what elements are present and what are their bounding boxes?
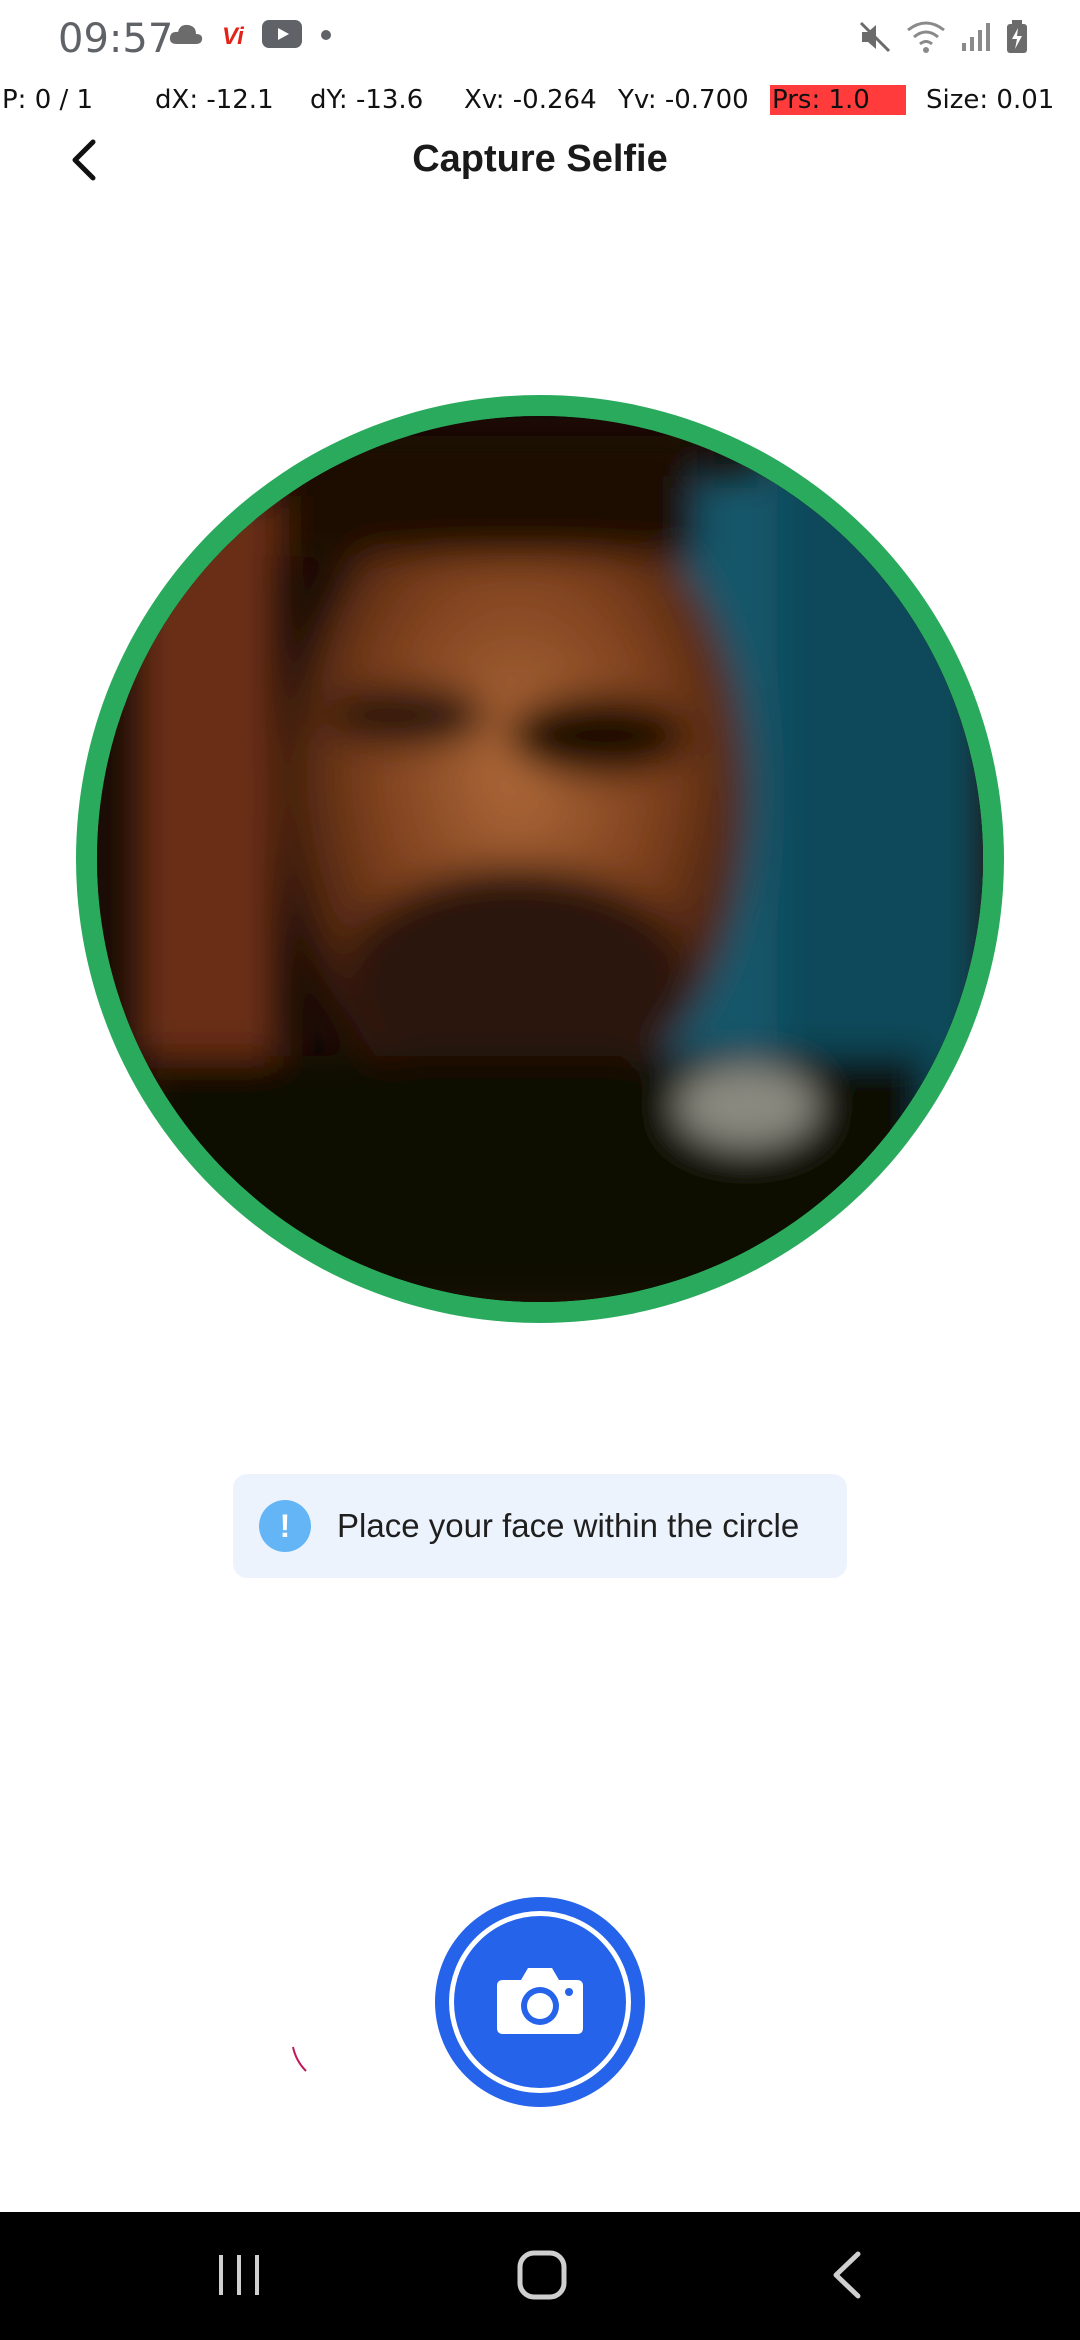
face-hint-banner: ! Place your face within the circle — [233, 1474, 847, 1578]
debug-size: Size: 0.01 — [926, 85, 1055, 115]
camera-frame-ring — [76, 395, 1004, 1323]
hint-text: Place your face within the circle — [337, 1507, 800, 1544]
nav-back-button[interactable] — [806, 2242, 886, 2312]
cloud-icon — [168, 22, 204, 51]
vi-carrier-icon: Vi — [222, 22, 244, 50]
status-bar: 09:57 Vi — [0, 0, 1080, 80]
debug-dx: dX: -12.1 — [155, 85, 274, 115]
pointer-debug-bar: P: 0 / 1 dX: -12.1 dY: -13.6 Xv: -0.264 … — [0, 80, 1080, 120]
wifi-icon — [906, 20, 946, 59]
debug-pointer: P: 0 / 1 — [2, 85, 94, 115]
capture-button-inner-ring — [449, 1911, 631, 2093]
page-title: Capture Selfie — [412, 138, 668, 180]
camera-icon — [495, 1964, 585, 2041]
recent-apps-icon — [215, 2253, 265, 2302]
debug-xv: Xv: -0.264 — [464, 85, 597, 115]
back-icon — [828, 2250, 864, 2305]
status-right-icons — [858, 20, 1028, 59]
app-header: Capture Selfie — [0, 128, 1080, 198]
capture-button[interactable] — [435, 1897, 645, 2107]
recent-apps-button[interactable] — [200, 2242, 280, 2312]
signal-icon — [960, 21, 992, 58]
debug-dy: dY: -13.6 — [310, 85, 424, 115]
status-left-icons: Vi — [168, 20, 332, 53]
camera-preview-image — [97, 416, 983, 1302]
status-time: 09:57 — [58, 16, 174, 62]
dot-icon — [320, 28, 332, 46]
youtube-icon — [261, 20, 302, 53]
info-exclamation-icon: ! — [259, 1500, 311, 1552]
touch-trace-mark — [290, 2045, 310, 2080]
system-nav-bar — [0, 2212, 1080, 2340]
battery-charging-icon — [1006, 20, 1028, 59]
home-icon — [517, 2250, 567, 2305]
debug-yv: Yv: -0.700 — [618, 85, 749, 115]
camera-preview — [97, 416, 983, 1302]
debug-prs: Prs: 1.0 — [770, 85, 906, 115]
mute-icon — [858, 20, 892, 59]
home-button[interactable] — [502, 2242, 582, 2312]
